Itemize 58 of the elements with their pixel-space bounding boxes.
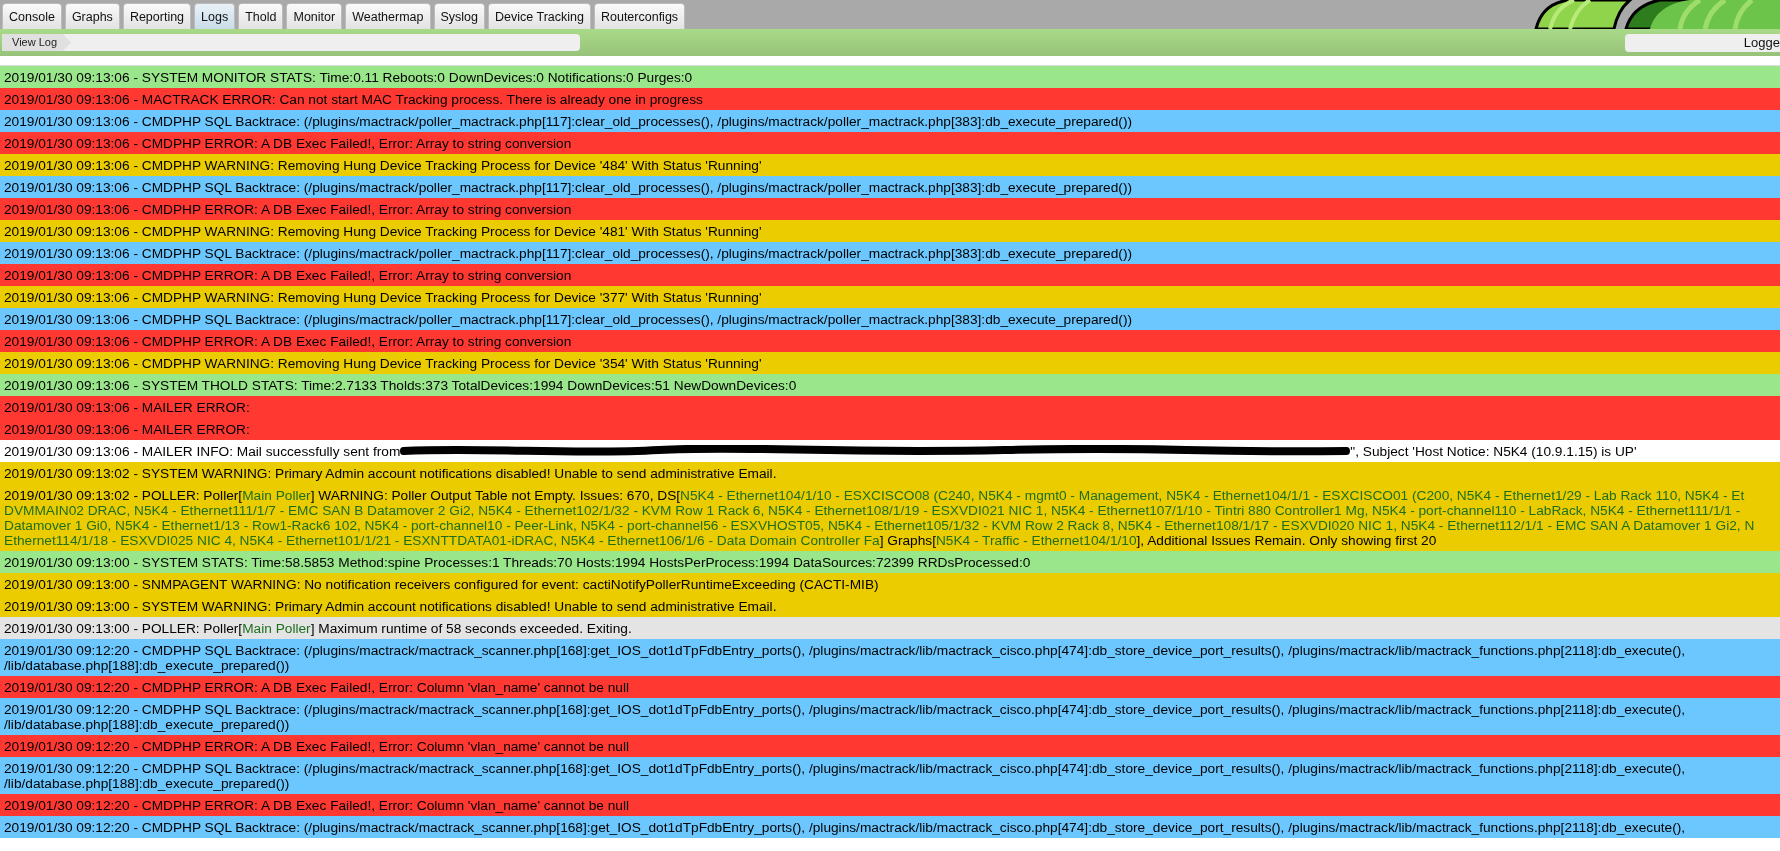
log-text: 2019/01/30 09:13:00 - SYSTEM STATS: Time:58.5853 Method:spine Processes:1 Threads:70 Hosts:1994 HostsPerProcess:1994 DataSources:72399 RRDsProcessed:0	[4, 554, 1031, 570]
log-text: 2019/01/30 09:13:06 - CMDPHP ERROR: A DB Exec Failed!, Error: Array to string conversion	[4, 267, 572, 283]
log-text: 2019/01/30 09:13:06 - CMDPHP WARNING: Removing Hung Device Tracking Process for Device '484' With Status 'Running'	[4, 157, 762, 173]
nav-tab[interactable]: Syslog	[433, 3, 486, 29]
log-text: 2019/01/30 09:12:20 - CMDPHP ERROR: A DB Exec Failed!, Error: Column 'vlan_name' cannot be null	[4, 679, 630, 695]
log-text: 2019/01/30 09:13:00 - POLLER: Poller[	[4, 620, 243, 636]
log-text: 2019/01/30 09:13:06 - CMDPHP SQL Backtrace: (/plugins/mactrack/poller_mactrack.php[117]:clear_old_processes(), /plugins/mactrack/poller_mactrack.php[383]:db_execute_prepared())	[4, 311, 1132, 327]
log-text: 2019/01/30 09:13:06 - CMDPHP WARNING: Removing Hung Device Tracking Process for Device '377' With Status 'Running'	[4, 289, 762, 305]
log-link[interactable]: N5K4 - Traffic - Ethernet104/1/10	[935, 532, 1137, 548]
log-text: 2019/01/30 09:13:06 - CMDPHP SQL Backtrace: (/plugins/mactrack/poller_mactrack.php[117]:clear_old_processes(), /plugins/mactrack/poller_mactrack.php[383]:db_execute_prepared())	[4, 245, 1132, 261]
log-text: ] Maximum runtime of 58 seconds exceeded. Exiting.	[310, 620, 632, 636]
log-text: 2019/01/30 09:13:06 - CMDPHP SQL Backtrace: (/plugins/mactrack/poller_mactrack.php[117]:clear_old_processes(), /plugins/mactrack/poller_mactrack.php[383]:db_execute_prepared())	[4, 113, 1132, 129]
log-text: ", Subject 'Host Notice: N5K4 (10.9.1.15) is UP'	[1350, 443, 1637, 459]
log-text: 2019/01/30 09:13:06 - CMDPHP WARNING: Removing Hung Device Tracking Process for Device '354' With Status 'Running'	[4, 355, 762, 371]
log-text: ] Graphs[	[879, 532, 936, 548]
log-text: 2019/01/30 09:13:02 - SYSTEM WARNING: Primary Admin account notifications disabled! Unable to send administrative Email.	[4, 465, 777, 481]
log-text: 2019/01/30 09:12:20 - CMDPHP SQL Backtrace: (/plugins/mactrack/mactrack_scanner.php[168]:get_IOS_dot1dTpFdbEntry_ports(), /plugins/mactrack/lib/mactrack_cisco.php[474]:db_store_device_port_results(), /plugins/mactrack/lib/mactrack_functions.php[2118]:db_execute(),	[4, 642, 1686, 658]
log-text: 2019/01/30 09:12:20 - CMDPHP ERROR: A DB Exec Failed!, Error: Column 'vlan_name' cannot be null	[4, 738, 630, 754]
log-text: 2019/01/30 09:12:20 - CMDPHP ERROR: A DB Exec Failed!, Error: Column 'vlan_name' cannot be null	[4, 797, 630, 813]
nav-tab[interactable]: Monitor	[286, 3, 343, 29]
log-text: ] WARNING: Poller Output Table not Empty. Issues: 670, DS[	[310, 487, 681, 503]
log-text: 2019/01/30 09:13:06 - MAILER ERROR:	[4, 399, 250, 415]
user-label: Logge	[1743, 33, 1780, 52]
log-text: 2019/01/30 09:13:06 - SYSTEM MONITOR STATS: Time:0.11 Reboots:0 DownDevices:0 Notifications:0 Purges:0	[4, 69, 693, 85]
log-link[interactable]: Datamover 1 Gi0, N5K4 - Ethernet1/13 - Row1-Rack6 102, N5K4 - port-channel10 - Peer-Link, N5K4 - port-channel56 - ESXVHOST05, N5K4 - Ethernet105/1/32 - KVM Row 2 Rack 8, N5K4 - Ethernet108/1/17 - ESXVDI020 NIC 1, N5K4 - Ethernet112/1/1 - EMC SAN A Datamover 1 Gi2, N	[4, 517, 1755, 533]
log-text: 2019/01/30 09:13:00 - SNMPAGENT WARNING: No notification receivers configured for event: cactiNotifyPollerRuntimeExceeding (CACTI-MIB)	[4, 576, 879, 592]
log-link[interactable]: N5K4 - Ethernet104/1/10 - ESXCISCO08 (C240, N5K4 - mgmt0 - Management, N5K4 - Ethernet104/1/1 - ESXCISCO01 (C200, N5K4 - Ethernet1/29 - Lab Rack 110, N5K4 - Et	[680, 487, 1745, 503]
log-text: /lib/database.php[188]:db_execute_prepared())	[4, 657, 290, 673]
log-text: 2019/01/30 09:12:20 - CMDPHP SQL Backtrace: (/plugins/mactrack/mactrack_scanner.php[168]:get_IOS_dot1dTpFdbEntry_ports(), /plugins/mactrack/lib/mactrack_cisco.php[474]:db_store_device_port_results(), /plugins/mactrack/lib/mactrack_functions.php[2118]:db_execute(),	[4, 819, 1686, 835]
nav-tab[interactable]: Logs	[194, 3, 236, 29]
log-text: 2019/01/30 09:13:06 - MACTRACK ERROR: Can not start MAC Tracking process. There is already one in progress	[4, 91, 703, 107]
log-link[interactable]: Main Poller	[242, 487, 311, 503]
log-text: 2019/01/30 09:13:06 - CMDPHP ERROR: A DB Exec Failed!, Error: Array to string conversion	[4, 333, 572, 349]
nav-tab[interactable]: Routerconfigs	[593, 3, 686, 29]
log-text: 2019/01/30 09:13:06 - CMDPHP WARNING: Removing Hung Device Tracking Process for Device '481' With Status 'Running'	[4, 223, 762, 239]
log-text: 2019/01/30 09:13:06 - SYSTEM THOLD STATS: Time:2.7133 Tholds:373 TotalDevices:1994 DownDevices:51 NewDownDevices:0	[4, 377, 797, 393]
log-text: 2019/01/30 09:13:06 - CMDPHP SQL Backtrace: (/plugins/mactrack/poller_mactrack.php[117]:clear_old_processes(), /plugins/mactrack/poller_mactrack.php[383]:db_execute_prepared())	[4, 179, 1132, 195]
nav-tab[interactable]: Weathermap	[345, 3, 431, 29]
log-link[interactable]: DVMMAIN02 DRAC, N5K4 - Ethernet111/1/7 - EMC SAN B Datamover 2 Gi2, N5K4 - Ethernet102/1/32 - KVM Row 1 Rack 6, N5K4 - Ethernet108/1/19 - ESXVDI021 NIC 1, N5K4 - Ethernet107/1/10 - Tintri 880 Controller1 Mg, N5K4 - port-channel110 - LabRack, N5K4 - Ethernet111/1/1 -	[4, 502, 1741, 518]
nav-tab[interactable]: Console	[2, 3, 62, 29]
nav-tab[interactable]: Reporting	[122, 3, 192, 29]
log-text: 2019/01/30 09:13:06 - CMDPHP ERROR: A DB Exec Failed!, Error: Array to string conversion	[4, 201, 572, 217]
nav-tab[interactable]: Graphs	[64, 3, 120, 29]
log-text: 2019/01/30 09:13:02 - POLLER: Poller[	[4, 487, 243, 503]
nav-tab[interactable]: Device Tracking	[488, 3, 591, 29]
log-text: 2019/01/30 09:13:06 - MAILER INFO: Mail successfully sent from	[4, 443, 401, 459]
breadcrumb-link[interactable]: View Log	[2, 34, 72, 51]
log-text: /lib/database.php[188]:db_execute_prepared())	[4, 775, 290, 791]
log-text: 2019/01/30 09:13:06 - CMDPHP ERROR: A DB Exec Failed!, Error: Array to string conversion	[4, 135, 572, 151]
log-text: 2019/01/30 09:12:20 - CMDPHP SQL Backtrace: (/plugins/mactrack/mactrack_scanner.php[168]:get_IOS_dot1dTpFdbEntry_ports(), /plugins/mactrack/lib/mactrack_cisco.php[474]:db_store_device_port_results(), /plugins/mactrack/lib/mactrack_functions.php[2118]:db_execute(),	[4, 701, 1686, 717]
log-text: 2019/01/30 09:12:20 - CMDPHP SQL Backtrace: (/plugins/mactrack/mactrack_scanner.php[168]:get_IOS_dot1dTpFdbEntry_ports(), /plugins/mactrack/lib/mactrack_cisco.php[474]:db_store_device_port_results(), /plugins/mactrack/lib/mactrack_functions.php[2118]:db_execute(),	[4, 760, 1686, 776]
log-link[interactable]: Ethernet114/1/18 - ESXVDI025 NIC 4, N5K4 - Ethernet101/1/21 - ESXNTTDATA01-iDRAC, N5K4 - Ethernet106/1/6 - Data Domain Controller Fa	[4, 532, 880, 548]
log-text: ], Additional Issues Remain. Only showing first 20	[1136, 532, 1437, 548]
log-text: /lib/database.php[188]:db_execute_prepared())	[4, 716, 290, 732]
log-text: 2019/01/30 09:13:00 - SYSTEM WARNING: Primary Admin account notifications disabled! Unable to send administrative Email.	[4, 598, 777, 614]
log-text: 2019/01/30 09:13:06 - MAILER ERROR:	[4, 421, 250, 437]
log-link[interactable]: Main Poller	[242, 620, 311, 636]
nav-tab[interactable]: Thold	[238, 3, 284, 29]
